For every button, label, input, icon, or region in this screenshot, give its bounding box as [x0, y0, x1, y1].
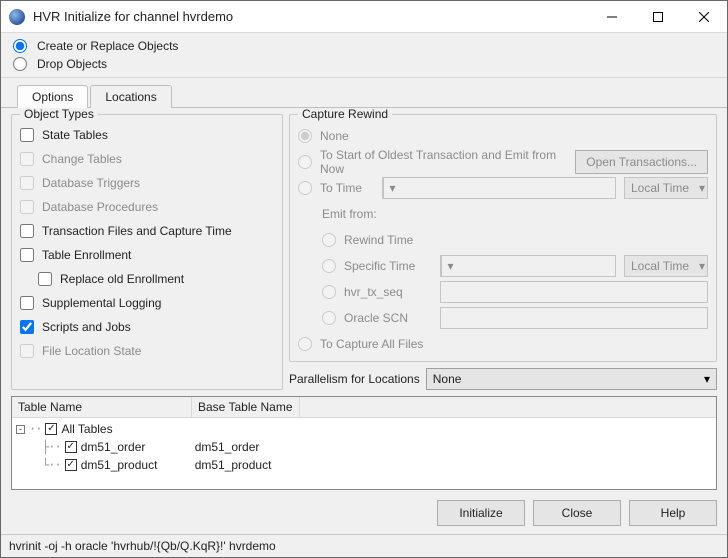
capture-rewind-group: Capture Rewind None To Start of Oldest T…: [289, 114, 717, 362]
state-tables-check[interactable]: State Tables: [20, 123, 274, 147]
chevron-down-icon: ▾: [704, 372, 710, 386]
close-dialog-button[interactable]: Close: [533, 500, 621, 526]
mode-radiogroup: Create or Replace Objects Drop Objects: [1, 33, 727, 78]
dialog-buttons: Initialize Close Help: [1, 492, 727, 534]
table-row[interactable]: ├·· ✓ dm51_order dm51_order: [16, 438, 712, 456]
emit-from-label: Emit from:: [322, 201, 708, 227]
change-tables-check: Change Tables: [20, 147, 274, 171]
rewind-to-start-row: To Start of Oldest Transaction and Emit …: [298, 149, 708, 175]
emit-oracle-scn-row: Oracle SCN: [322, 305, 708, 331]
chevron-down-icon: ▾: [441, 256, 459, 276]
root-label: All Tables: [61, 422, 112, 436]
tab-options[interactable]: Options: [17, 85, 88, 108]
create-replace-radio-input[interactable]: [13, 39, 27, 53]
table-enroll-check[interactable]: Table Enrollment: [20, 243, 274, 267]
supp-logging-check[interactable]: Supplemental Logging: [20, 291, 274, 315]
hvr-tx-seq-input: [440, 281, 708, 303]
emit-hvr-tx-seq-row: hvr_tx_seq: [322, 279, 708, 305]
maximize-button[interactable]: [635, 1, 681, 32]
row-checkbox[interactable]: ✓: [65, 459, 77, 471]
tabbar: Options Locations: [1, 78, 727, 108]
command-line: hvrinit -oj -h oracle 'hvrhub/!{Qb/Q.KqR…: [1, 534, 727, 557]
object-types-group: Object Types State Tables Change Tables …: [11, 114, 283, 390]
emit-specific-time-row: Specific Time ▾ Local Time▾: [322, 253, 708, 279]
replace-old-check[interactable]: Replace old Enrollment: [20, 267, 274, 291]
emit-hvr-tx-seq-radio: [322, 285, 336, 299]
col-table-name[interactable]: Table Name: [12, 397, 192, 417]
initialize-button[interactable]: Initialize: [437, 500, 525, 526]
specific-time-combo: ▾: [440, 255, 616, 277]
open-transactions-button: Open Transactions...: [575, 150, 708, 174]
table-row[interactable]: └·· ✓ dm51_product dm51_product: [16, 456, 712, 474]
help-button[interactable]: Help: [629, 500, 717, 526]
window-title: HVR Initialize for channel hvrdemo: [33, 9, 589, 24]
collapse-icon[interactable]: -: [16, 425, 25, 434]
db-procedures-check: Database Procedures: [20, 195, 274, 219]
rewind-none-radio: None: [298, 123, 708, 149]
rewind-to-time-radio: [298, 181, 312, 195]
app-icon: [9, 9, 25, 25]
emit-rewind-time-radio: Rewind Time: [322, 227, 708, 253]
rewind-to-time-row: To Time ▾ Local Time▾: [298, 175, 708, 201]
scripts-jobs-check[interactable]: Scripts and Jobs: [20, 315, 274, 339]
capture-all-files-radio: To Capture All Files: [298, 331, 708, 357]
titlebar: HVR Initialize for channel hvrdemo: [1, 1, 727, 33]
chevron-down-icon: ▾: [699, 259, 705, 273]
col-base-table-name[interactable]: Base Table Name: [192, 397, 300, 417]
file-location-state-check: File Location State: [20, 339, 274, 363]
row-checkbox[interactable]: ✓: [65, 441, 77, 453]
create-replace-radio[interactable]: Create or Replace Objects: [1, 37, 727, 55]
to-time-tz-combo: Local Time▾: [624, 177, 708, 199]
to-time-combo: ▾: [382, 177, 616, 199]
root-checkbox[interactable]: ✓: [45, 423, 57, 435]
drop-label: Drop Objects: [37, 57, 107, 71]
minimize-button[interactable]: [589, 1, 635, 32]
drop-radio-input[interactable]: [13, 57, 27, 71]
specific-time-tz-combo: Local Time▾: [624, 255, 708, 277]
chevron-down-icon: ▾: [699, 181, 705, 195]
oracle-scn-input: [440, 307, 708, 329]
parallelism-combo[interactable]: None ▾: [426, 368, 717, 390]
tab-content: Object Types State Tables Change Tables …: [1, 108, 727, 492]
parallelism-label: Parallelism for Locations: [289, 372, 420, 386]
emit-oracle-scn-radio: [322, 311, 336, 325]
db-triggers-check: Database Triggers: [20, 171, 274, 195]
tables-tree: Table Name Base Table Name - ·· ✓ All Ta…: [11, 396, 717, 490]
chevron-down-icon: ▾: [383, 178, 401, 198]
create-replace-label: Create or Replace Objects: [37, 39, 178, 53]
right-column: Capture Rewind None To Start of Oldest T…: [289, 114, 717, 390]
tab-locations[interactable]: Locations: [90, 85, 171, 108]
close-button[interactable]: [681, 1, 727, 32]
rewind-to-start-radio: [298, 155, 312, 169]
tables-header: Table Name Base Table Name: [12, 397, 716, 418]
capture-rewind-legend: Capture Rewind: [298, 108, 392, 121]
parallelism-row: Parallelism for Locations None ▾: [289, 368, 717, 390]
drop-radio[interactable]: Drop Objects: [1, 55, 727, 73]
tx-files-check[interactable]: Transaction Files and Capture Time: [20, 219, 274, 243]
dialog-window: HVR Initialize for channel hvrdemo Creat…: [0, 0, 728, 558]
emit-specific-time-radio: [322, 259, 336, 273]
object-types-legend: Object Types: [20, 108, 98, 121]
tree-root[interactable]: - ·· ✓ All Tables: [16, 420, 712, 438]
